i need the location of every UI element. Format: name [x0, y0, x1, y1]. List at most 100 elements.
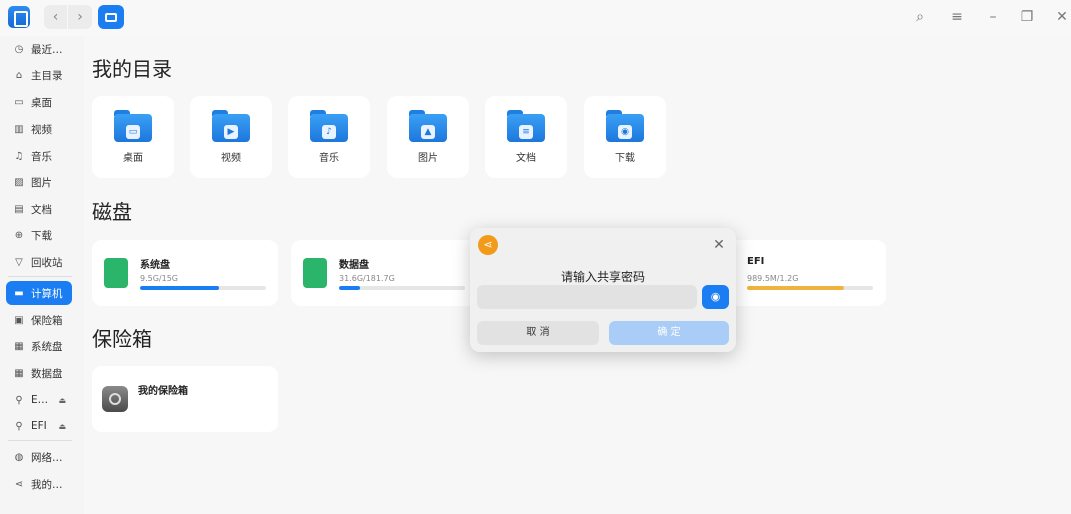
document-icon: ▤	[14, 203, 24, 215]
disk-size: 31.6G/181.7G	[339, 274, 395, 283]
sidebar-item-home[interactable]: ⌂ 主目录	[6, 63, 72, 87]
vault-icon: ▣	[14, 314, 24, 326]
dir-label: 桌面	[123, 153, 143, 164]
sidebar-item-efi[interactable]: ⚲ EFI ⏏	[6, 414, 72, 438]
disk-usage-bar	[747, 286, 873, 290]
computer-icon	[105, 12, 117, 22]
desktop-folder-icon: ▭	[114, 110, 152, 142]
sidebar-item-label: 视频	[31, 123, 52, 136]
disk-card-system[interactable]: 系统盘 9.5G/15G	[92, 240, 278, 306]
dir-card-pictures[interactable]: ▲ 图片	[387, 96, 469, 178]
minimize-button[interactable]: –	[984, 8, 1002, 26]
data-disk-icon	[303, 258, 327, 288]
sidebar-item-label: 回收站	[31, 256, 63, 269]
vault-card[interactable]: 我的保险箱	[92, 366, 278, 432]
disk-card-data[interactable]: 数据盘 31.6G/181.7G	[291, 240, 477, 306]
file-manager-logo-icon	[8, 6, 30, 28]
usb-icon: ⚲	[15, 420, 23, 432]
dir-card-documents[interactable]: ≡ 文档	[485, 96, 567, 178]
music-folder-icon: ♪	[310, 110, 348, 142]
sidebar-item-network[interactable]: ◍ 网络…	[6, 445, 72, 469]
music-icon: ♫	[14, 150, 24, 162]
forward-button[interactable]: ›	[68, 5, 92, 29]
sidebar-item-videos[interactable]: ▥ 视频	[6, 117, 72, 141]
desktop-icon: ▭	[14, 96, 24, 108]
share-icon: ⋖	[14, 478, 24, 490]
sidebar-item-vault[interactable]: ▣ 保险箱	[6, 308, 72, 332]
sidebar-item-system-disk[interactable]: ▦ 系统盘	[6, 334, 72, 358]
sidebar-item-usb-e[interactable]: ⚲ E… ⏏	[6, 388, 72, 412]
sidebar-item-label: 计算机	[31, 287, 63, 300]
sidebar-item-label: 主目录	[31, 69, 63, 82]
disk-usage-fill	[339, 286, 361, 290]
disk-usage-fill	[140, 286, 220, 290]
dir-label: 下载	[615, 153, 635, 164]
document-folder-icon: ≡	[507, 110, 545, 142]
titlebar: ‹ › ⌕ ≡ – ❐ ✕	[0, 0, 1071, 36]
disk-name: 数据盘	[339, 260, 369, 271]
show-password-eye-icon[interactable]: ◉	[702, 285, 729, 309]
sidebar: ◷ 最近… ⌂ 主目录 ▭ 桌面 ▥ 视频 ♫ 音乐 ▨ 图片 ▤ 文档 ⊕ 下载 ▽ 回收站 ▬…	[0, 36, 84, 514]
disk-icon: ▦	[14, 367, 24, 379]
dir-label: 文档	[516, 153, 536, 164]
video-icon: ▥	[14, 123, 24, 135]
computer-icon: ▬	[14, 287, 24, 299]
sidebar-item-data-disk[interactable]: ▦ 数据盘	[6, 361, 72, 385]
disk-name: EFI	[747, 256, 765, 267]
disk-icon: ▦	[14, 340, 24, 352]
maximize-button[interactable]: ❐	[1018, 8, 1036, 26]
dir-card-downloads[interactable]: ◉ 下载	[584, 96, 666, 178]
picture-folder-icon: ▲	[409, 110, 447, 142]
sidebar-item-recent[interactable]: ◷ 最近…	[6, 37, 72, 61]
section-title-disks: 磁盘	[92, 200, 132, 224]
sidebar-item-my-shares[interactable]: ⋖ 我的…	[6, 472, 72, 496]
disk-size: 989.5M/1.2G	[747, 274, 799, 283]
sidebar-item-label: 文档	[31, 203, 52, 216]
disk-size: 9.5G/15G	[140, 274, 178, 283]
sidebar-item-music[interactable]: ♫ 音乐	[6, 144, 72, 168]
sidebar-item-pictures[interactable]: ▨ 图片	[6, 170, 72, 194]
sidebar-item-label: 图片	[31, 176, 52, 189]
confirm-button[interactable]: 确 定	[609, 321, 729, 345]
menu-icon[interactable]: ≡	[948, 8, 966, 26]
breadcrumb-computer-button[interactable]	[98, 5, 124, 29]
sidebar-item-documents[interactable]: ▤ 文档	[6, 197, 72, 221]
safe-icon	[102, 386, 128, 412]
sidebar-item-label: 下载	[31, 229, 52, 242]
sidebar-item-label: 网络…	[31, 451, 63, 464]
disk-usage-bar	[140, 286, 266, 290]
dir-card-music[interactable]: ♪ 音乐	[288, 96, 370, 178]
sidebar-item-downloads[interactable]: ⊕ 下载	[6, 223, 72, 247]
sidebar-item-trash[interactable]: ▽ 回收站	[6, 250, 72, 274]
sidebar-item-label: 数据盘	[31, 367, 63, 380]
eject-icon[interactable]: ⏏	[58, 396, 66, 405]
cancel-button[interactable]: 取 消	[477, 321, 599, 345]
dialog-close-button[interactable]: ✕	[710, 236, 728, 254]
eject-icon[interactable]: ⏏	[58, 422, 66, 431]
usb-icon: ⚲	[15, 394, 23, 406]
dir-card-videos[interactable]: ▶ 视频	[190, 96, 272, 178]
back-button[interactable]: ‹	[44, 5, 68, 29]
dir-label: 视频	[221, 153, 241, 164]
vault-name: 我的保险箱	[138, 386, 188, 397]
sidebar-divider	[8, 440, 72, 441]
share-icon: ⋖	[478, 235, 498, 255]
sidebar-item-label: 最近…	[31, 43, 63, 56]
download-icon: ⊕	[14, 229, 24, 241]
trash-icon: ▽	[15, 256, 23, 268]
dir-card-desktop[interactable]: ▭ 桌面	[92, 96, 174, 178]
share-password-dialog: ⋖ ✕ 请输入共享密码 ◉ 取 消 确 定	[470, 228, 736, 352]
sidebar-item-label: 我的…	[31, 478, 63, 491]
sidebar-item-label: E…	[31, 394, 49, 406]
download-folder-icon: ◉	[606, 110, 644, 142]
close-window-button[interactable]: ✕	[1053, 8, 1071, 26]
dir-label: 图片	[418, 153, 438, 164]
sidebar-item-label: 桌面	[31, 96, 52, 109]
sidebar-item-desktop[interactable]: ▭ 桌面	[6, 90, 72, 114]
sidebar-item-computer[interactable]: ▬ 计算机	[6, 281, 72, 305]
sidebar-item-label: EFI	[31, 420, 47, 432]
share-password-input[interactable]	[477, 285, 697, 309]
section-title-my-directories: 我的目录	[92, 57, 172, 81]
search-icon[interactable]: ⌕	[911, 8, 929, 26]
dir-label: 音乐	[319, 153, 339, 164]
